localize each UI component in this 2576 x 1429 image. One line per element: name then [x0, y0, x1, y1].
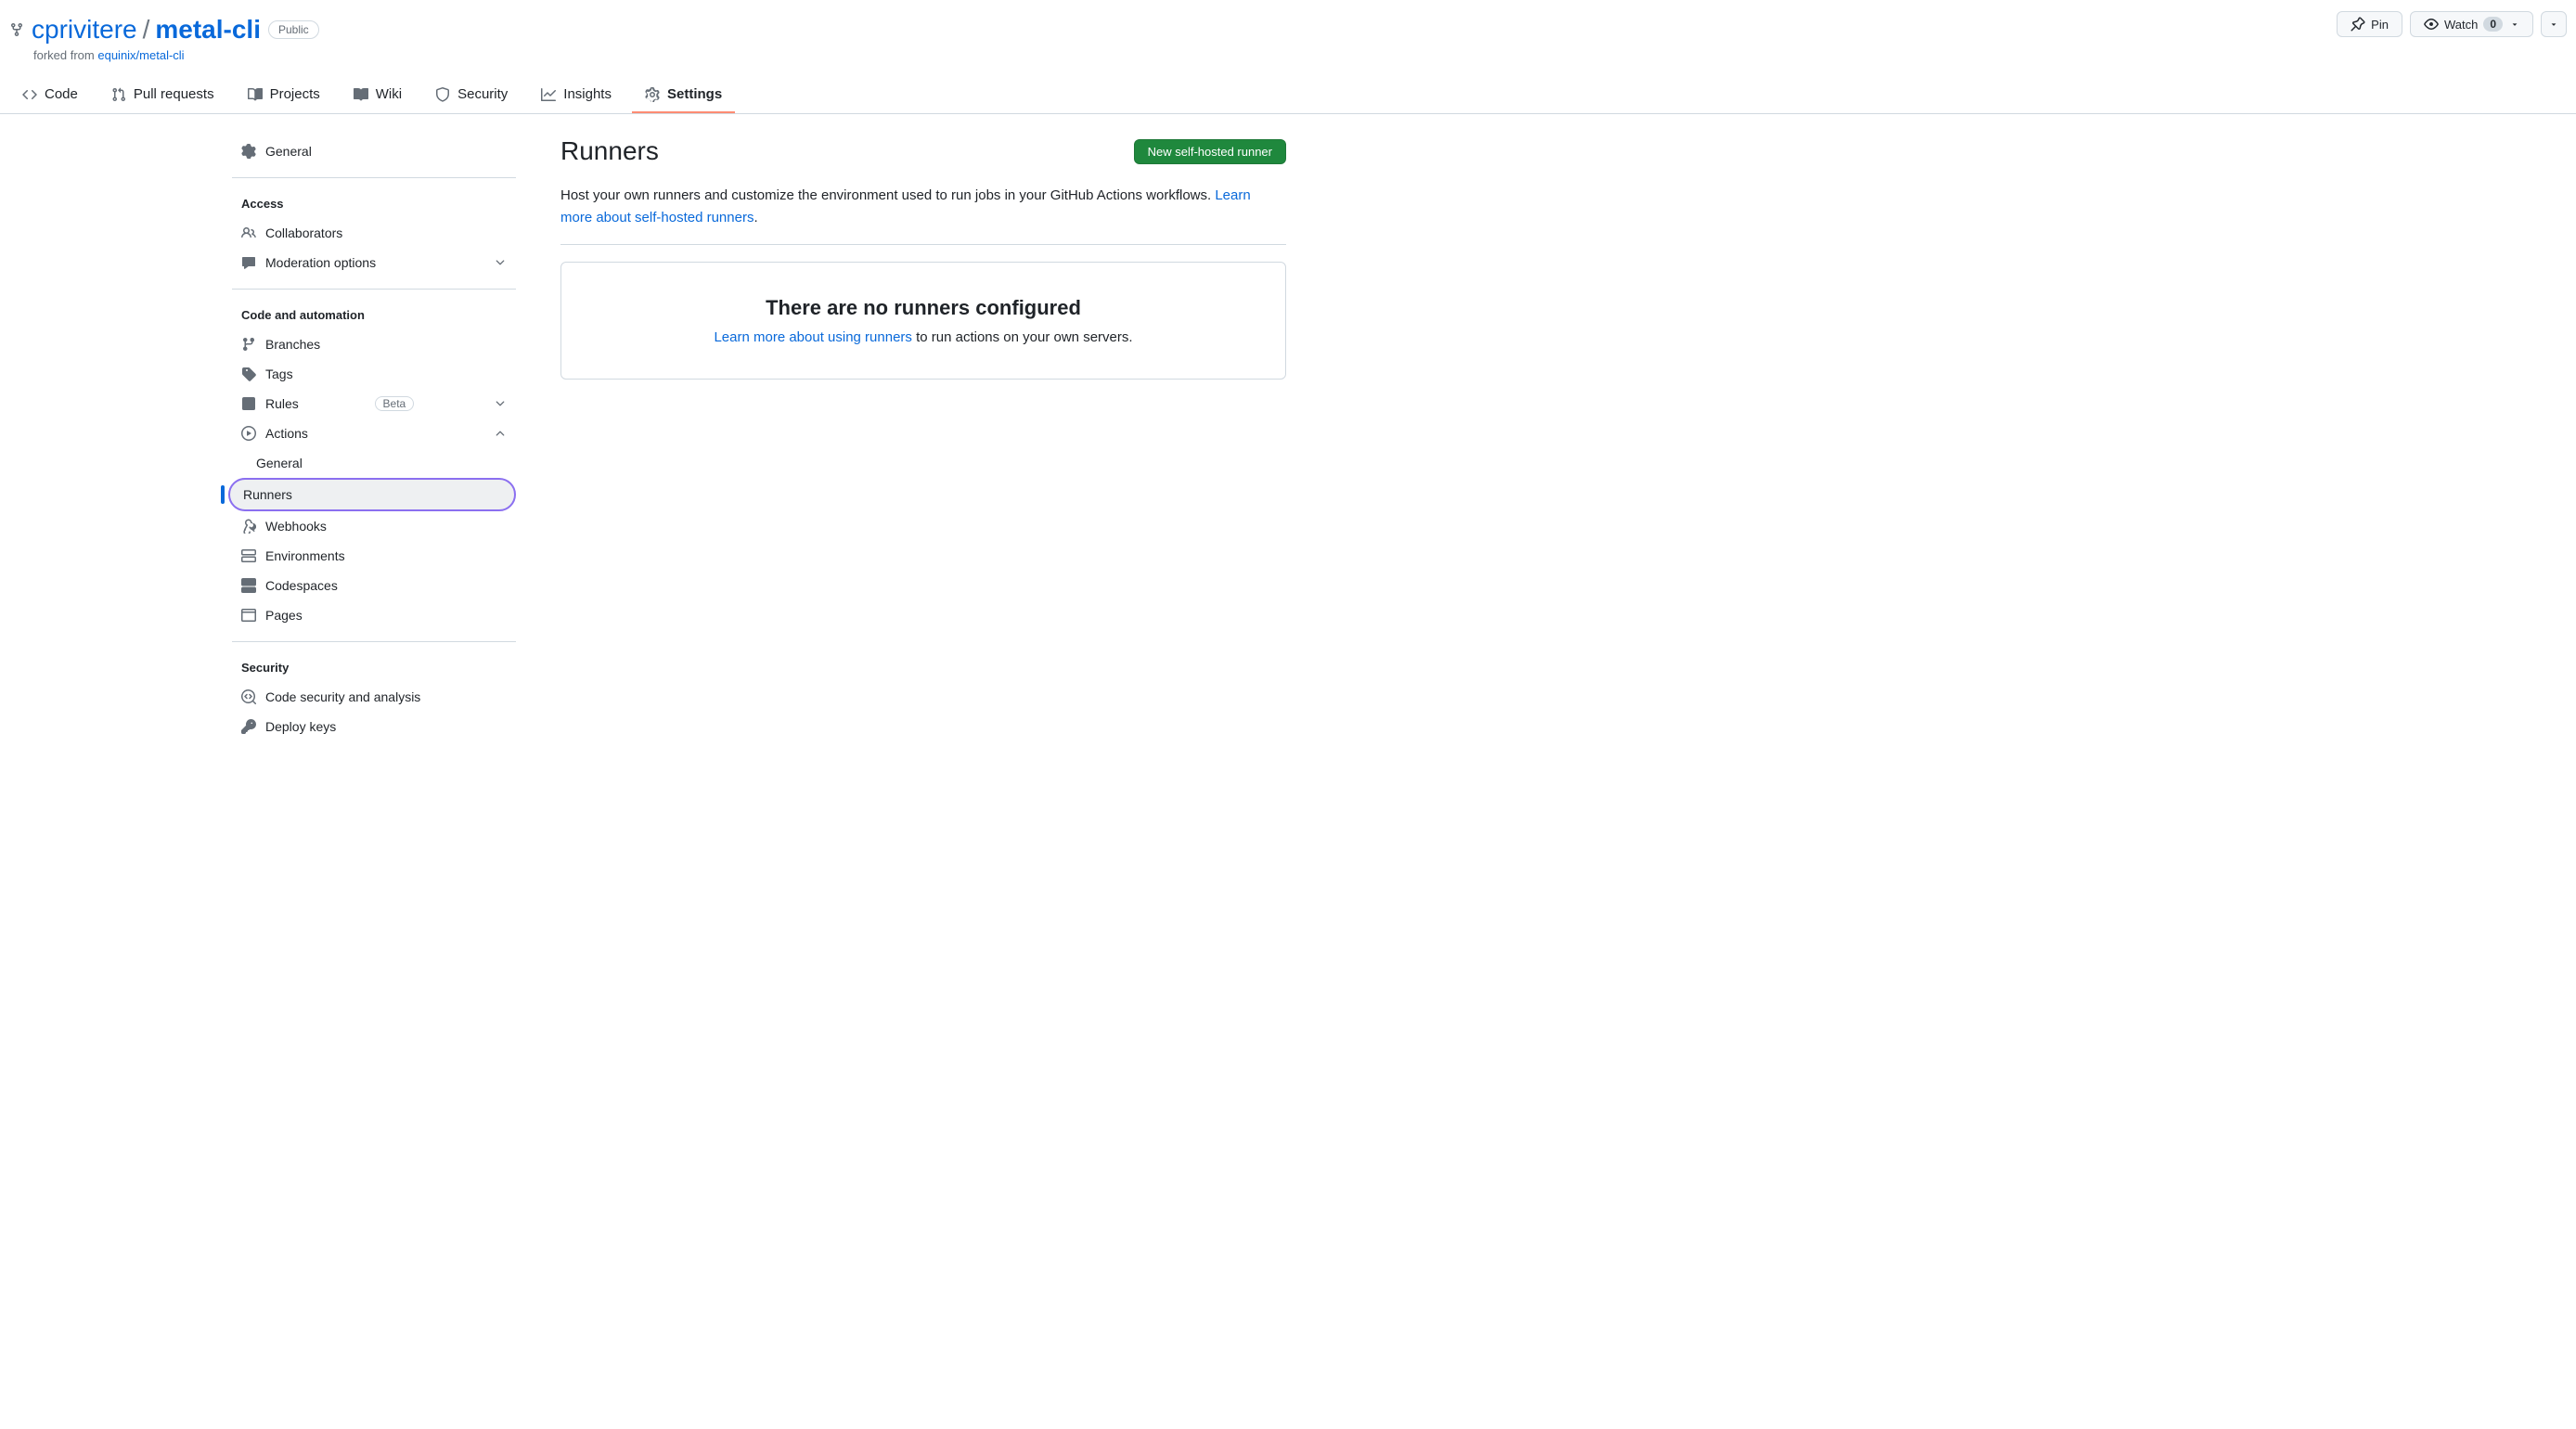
rules-icon — [241, 396, 256, 411]
repo-owner-link[interactable]: cprivitere — [32, 15, 137, 45]
new-runner-button[interactable]: New self-hosted runner — [1134, 139, 1286, 164]
nav-security[interactable]: Security — [422, 77, 521, 113]
forked-from: forked from equinix/metal-cli — [9, 48, 2554, 62]
watch-count: 0 — [2483, 17, 2503, 32]
learn-more-using-link[interactable]: Learn more about using runners — [714, 329, 911, 345]
beta-badge: Beta — [375, 396, 415, 411]
repo-name-link[interactable]: metal-cli — [155, 15, 261, 45]
table-icon — [248, 87, 263, 102]
server-icon — [241, 548, 256, 563]
header-actions: Pin Watch 0 — [2337, 11, 2567, 37]
section-code-automation: Code and automation — [232, 301, 516, 329]
sidebar-general[interactable]: General — [232, 136, 516, 166]
repo-header: cprivitere / metal-cli Public forked fro… — [0, 0, 2576, 62]
webhook-icon — [241, 519, 256, 534]
book-icon — [354, 87, 368, 102]
sidebar-branches[interactable]: Branches — [232, 329, 516, 359]
eye-icon — [2424, 17, 2439, 32]
watch-button[interactable]: Watch 0 — [2410, 11, 2533, 37]
pin-icon — [2351, 17, 2365, 32]
shield-icon — [435, 87, 450, 102]
page-title: Runners — [560, 136, 659, 166]
empty-state: There are no runners configured Learn mo… — [560, 262, 1286, 380]
caret-down-icon — [2510, 19, 2519, 29]
empty-text: Learn more about using runners to run ac… — [584, 329, 1263, 345]
sidebar-rules[interactable]: Rules Beta — [232, 389, 516, 418]
sidebar-actions-general[interactable]: General — [232, 448, 516, 478]
codespaces-icon — [241, 578, 256, 593]
sidebar-webhooks[interactable]: Webhooks — [232, 511, 516, 541]
more-button[interactable] — [2541, 11, 2567, 37]
visibility-badge: Public — [268, 20, 319, 39]
chevron-down-icon — [494, 397, 507, 410]
nav-pull-requests[interactable]: Pull requests — [98, 77, 227, 113]
sidebar-pages[interactable]: Pages — [232, 600, 516, 630]
fork-icon — [9, 22, 24, 37]
divider — [232, 289, 516, 290]
sidebar-collaborators[interactable]: Collaborators — [232, 218, 516, 248]
people-icon — [241, 225, 256, 240]
gear-icon — [241, 144, 256, 159]
settings-sidebar: General Access Collaborators Moderation … — [232, 136, 538, 741]
sidebar-deploy-keys[interactable]: Deploy keys — [232, 712, 516, 741]
play-icon — [241, 426, 256, 441]
sidebar-actions-runners[interactable]: Runners — [228, 478, 516, 511]
gear-icon — [645, 87, 660, 102]
sidebar-codespaces[interactable]: Codespaces — [232, 571, 516, 600]
nav-code[interactable]: Code — [9, 77, 91, 113]
divider — [232, 177, 516, 178]
tag-icon — [241, 367, 256, 381]
nav-projects[interactable]: Projects — [235, 77, 333, 113]
empty-title: There are no runners configured — [584, 296, 1263, 320]
section-security: Security — [232, 653, 516, 682]
code-icon — [22, 87, 37, 102]
nav-wiki[interactable]: Wiki — [341, 77, 415, 113]
section-access: Access — [232, 189, 516, 218]
codescan-icon — [241, 689, 256, 704]
repo-nav: Code Pull requests Projects Wiki Securit… — [0, 77, 2576, 114]
repo-owner-sep: / — [143, 15, 150, 45]
repo-title: cprivitere / metal-cli — [32, 15, 261, 45]
git-pull-request-icon — [111, 87, 126, 102]
sidebar-actions[interactable]: Actions — [232, 418, 516, 448]
page-description: Host your own runners and customize the … — [560, 185, 1286, 229]
sidebar-code-security[interactable]: Code security and analysis — [232, 682, 516, 712]
chevron-up-icon — [494, 427, 507, 440]
sidebar-tags[interactable]: Tags — [232, 359, 516, 389]
nav-settings[interactable]: Settings — [632, 77, 735, 113]
main-content: Runners New self-hosted runner Host your… — [538, 136, 1308, 741]
caret-down-icon — [2549, 19, 2558, 29]
pin-button[interactable]: Pin — [2337, 11, 2402, 37]
divider — [560, 244, 1286, 245]
sidebar-moderation[interactable]: Moderation options — [232, 248, 516, 277]
branch-icon — [241, 337, 256, 352]
browser-icon — [241, 608, 256, 623]
nav-insights[interactable]: Insights — [528, 77, 625, 113]
comment-moderation-icon — [241, 255, 256, 270]
chevron-down-icon — [494, 256, 507, 269]
key-icon — [241, 719, 256, 734]
divider — [232, 641, 516, 642]
sidebar-environments[interactable]: Environments — [232, 541, 516, 571]
graph-icon — [541, 87, 556, 102]
forked-from-link[interactable]: equinix/metal-cli — [97, 48, 184, 62]
